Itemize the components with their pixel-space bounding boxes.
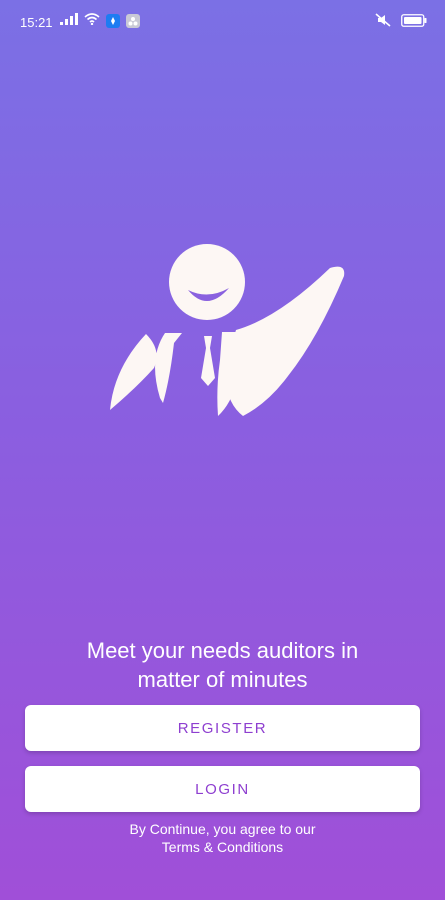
app-notification-icon-2	[126, 13, 140, 28]
status-left-icons	[60, 13, 140, 28]
cellular-signal-icon	[60, 13, 78, 28]
status-time: 15:21	[20, 15, 53, 30]
terms-text: By Continue, you agree to our	[129, 821, 316, 837]
auditor-person-logo	[108, 238, 353, 423]
terms-notice: By Continue, you agree to our Terms & Co…	[0, 820, 445, 856]
status-bar: 15:21	[0, 0, 445, 44]
welcome-screen: 15:21 Meet your needs auditors in matter…	[0, 0, 445, 900]
login-button[interactable]: LOGIN	[25, 766, 420, 812]
tagline: Meet your needs auditors in matter of mi…	[0, 636, 445, 694]
status-right-icons	[375, 13, 427, 30]
register-button[interactable]: REGISTER	[25, 705, 420, 751]
app-notification-icon	[106, 13, 120, 28]
tagline-line-1: Meet your needs auditors in	[86, 638, 359, 663]
battery-icon	[401, 13, 427, 30]
wifi-icon	[84, 13, 100, 28]
mute-icon	[375, 13, 391, 30]
terms-and-conditions-link[interactable]: Terms & Conditions	[0, 838, 445, 856]
tagline-line-2: matter of minutes	[137, 667, 308, 692]
